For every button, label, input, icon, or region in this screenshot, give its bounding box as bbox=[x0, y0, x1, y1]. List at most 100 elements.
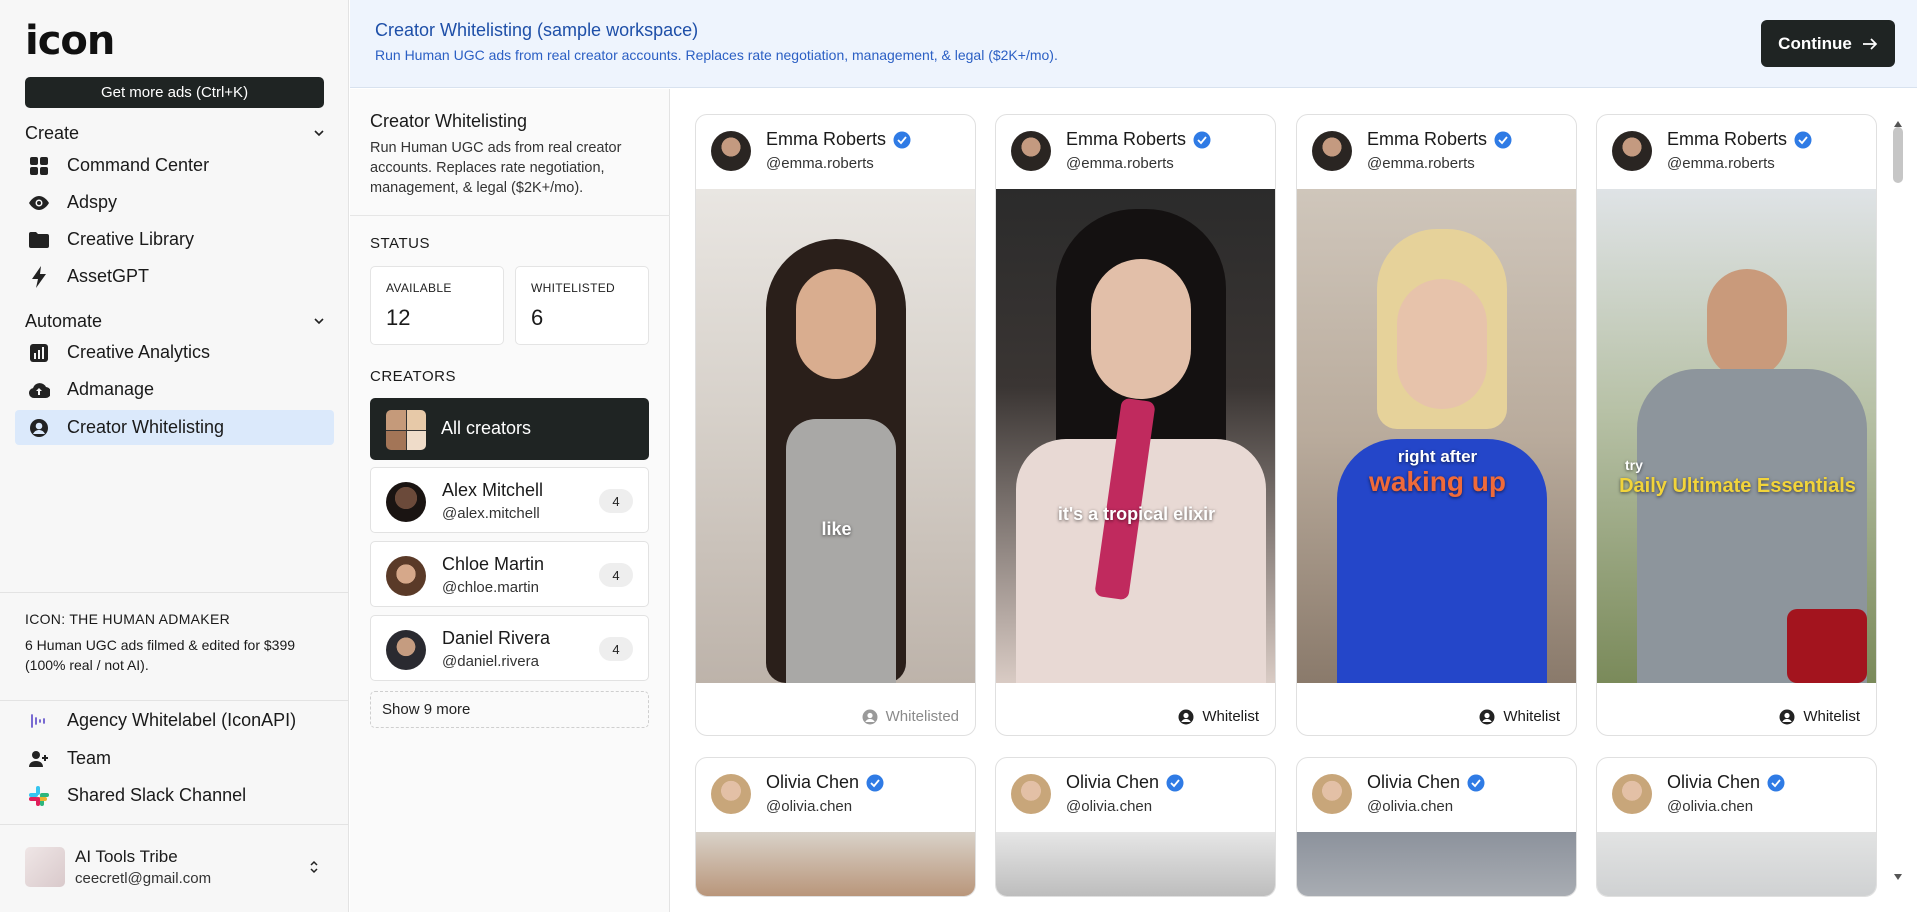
creator-name-row: Olivia Chen bbox=[766, 772, 884, 793]
creator-filter-alex-mitchell[interactable]: Alex Mitchell @alex.mitchell 4 bbox=[370, 467, 649, 533]
continue-label: Continue bbox=[1778, 33, 1852, 53]
grid-icon bbox=[28, 155, 50, 177]
sidebar-item-label: Team bbox=[67, 748, 112, 768]
ad-card[interactable]: Olivia Chen @olivia.chen bbox=[1596, 757, 1877, 897]
account-name: AI Tools Tribe bbox=[75, 847, 178, 866]
creators-label: CREATORS bbox=[370, 368, 456, 385]
ad-card[interactable]: Olivia Chen @olivia.chen bbox=[1296, 757, 1577, 897]
whitelist-button[interactable]: Whitelist bbox=[1178, 708, 1259, 725]
count-badge: 4 bbox=[599, 563, 633, 587]
sidebar-item-label: Creator Whitelisting bbox=[67, 417, 225, 437]
creator-name-row: Emma Roberts bbox=[766, 129, 911, 150]
stat-label: WHITELISTED bbox=[531, 281, 615, 295]
status-label: STATUS bbox=[370, 235, 430, 252]
app-root: icon Get more ads (Ctrl+K) Create Comman… bbox=[0, 0, 1917, 912]
creator-name: Daniel Rivera bbox=[442, 628, 551, 648]
ad-video-thumbnail[interactable]: try Daily Ultimate Essentials bbox=[1597, 189, 1876, 683]
sidebar-item-admanage[interactable]: Admanage bbox=[15, 372, 334, 407]
whitelist-label: Whitelist bbox=[1202, 708, 1259, 725]
status-whitelisted-filter[interactable]: WHITELISTED 6 bbox=[515, 266, 649, 345]
sidebar-item-creator-whitelisting[interactable]: Creator Whitelisting bbox=[15, 410, 334, 445]
show-more-creators-button[interactable]: Show 9 more bbox=[370, 691, 649, 728]
cloud-upload-icon bbox=[28, 379, 50, 401]
app-logo[interactable]: icon bbox=[25, 18, 115, 64]
ad-video-thumbnail[interactable] bbox=[696, 832, 975, 896]
creator-handle: @daniel.rivera bbox=[442, 653, 539, 670]
sidebar-item-creative-analytics[interactable]: Creative Analytics bbox=[15, 335, 334, 370]
account-switcher[interactable]: AI Tools Tribe ceecretl@gmail.com bbox=[0, 824, 349, 912]
whitelist-button[interactable]: Whitelist bbox=[1779, 708, 1860, 725]
ad-video-thumbnail[interactable]: it's a tropical elixir bbox=[996, 189, 1275, 683]
creator-ads-grid: Emma Roberts @emma.roberts like Whitelis… bbox=[671, 89, 1917, 912]
ad-video-thumbnail[interactable] bbox=[1297, 832, 1576, 896]
creator-name: Emma Roberts bbox=[1667, 129, 1788, 149]
user-circle-icon bbox=[1178, 709, 1194, 724]
continue-button[interactable]: Continue bbox=[1761, 20, 1895, 67]
user-plus-icon bbox=[28, 748, 50, 770]
account-avatar bbox=[25, 847, 65, 887]
ad-video-thumbnail[interactable] bbox=[996, 832, 1275, 896]
sidebar-item-adspy[interactable]: Adspy bbox=[15, 185, 334, 220]
ad-video-thumbnail[interactable]: like bbox=[696, 189, 975, 683]
creator-name: Olivia Chen bbox=[1367, 772, 1461, 792]
creator-handle: @emma.roberts bbox=[1367, 155, 1475, 172]
automate-section-toggle[interactable]: Automate bbox=[25, 309, 325, 333]
creator-handle: @emma.roberts bbox=[1066, 155, 1174, 172]
whitelist-label: Whitelist bbox=[1803, 708, 1860, 725]
all-creators-filter[interactable]: All creators bbox=[370, 398, 649, 460]
sidebar-item-label: Shared Slack Channel bbox=[67, 785, 247, 805]
divider bbox=[350, 215, 670, 216]
filter-panel: Creator Whitelisting Run Human UGC ads f… bbox=[350, 89, 670, 912]
ad-card[interactable]: Emma Roberts @emma.roberts try Daily Ult… bbox=[1596, 114, 1877, 736]
workspace-banner: Creator Whitelisting (sample workspace) … bbox=[350, 0, 1917, 88]
verified-badge-icon bbox=[1767, 774, 1785, 791]
bar-chart-icon bbox=[28, 342, 50, 364]
creators-collage-avatar bbox=[386, 410, 426, 450]
avatar bbox=[1612, 774, 1652, 814]
ad-card[interactable]: Emma Roberts @emma.roberts it's a tropic… bbox=[995, 114, 1276, 736]
create-section-toggle[interactable]: Create bbox=[25, 121, 325, 145]
whitelisted-status: Whitelisted bbox=[862, 708, 959, 725]
creator-name-row: Olivia Chen bbox=[1367, 772, 1485, 793]
creator-name: Alex Mitchell bbox=[442, 480, 544, 500]
ad-video-thumbnail[interactable] bbox=[1597, 832, 1876, 896]
creator-filter-chloe-martin[interactable]: Chloe Martin @chloe.martin 4 bbox=[370, 541, 649, 607]
ad-video-thumbnail[interactable]: right after waking up bbox=[1297, 189, 1576, 683]
sidebar-item-team[interactable]: Team bbox=[15, 741, 334, 776]
sidebar-item-assetgpt[interactable]: AssetGPT bbox=[15, 259, 334, 294]
ad-card[interactable]: Emma Roberts @emma.roberts right after w… bbox=[1296, 114, 1577, 736]
creator-name: Emma Roberts bbox=[1066, 129, 1187, 149]
user-circle-icon bbox=[862, 709, 878, 724]
whitelist-label: Whitelisted bbox=[885, 708, 959, 725]
sidebar-item-label: Adspy bbox=[67, 192, 118, 212]
creator-name-row: Olivia Chen bbox=[1066, 772, 1184, 793]
sidebar-item-agency-whitelabel[interactable]: Agency Whitelabel (IconAPI) bbox=[15, 703, 334, 738]
creator-name-row: Emma Roberts bbox=[1367, 129, 1512, 150]
status-available-filter[interactable]: AVAILABLE 12 bbox=[370, 266, 504, 345]
ad-caption: waking up bbox=[1369, 466, 1506, 497]
create-section-label: Create bbox=[25, 122, 80, 143]
sidebar-item-command-center[interactable]: Command Center bbox=[15, 148, 334, 183]
creator-name-row: Olivia Chen bbox=[1667, 772, 1785, 793]
folder-icon bbox=[28, 229, 50, 251]
scrollbar-thumb[interactable] bbox=[1893, 127, 1903, 183]
whitelist-button[interactable]: Whitelist bbox=[1479, 708, 1560, 725]
avatar bbox=[1312, 131, 1352, 171]
get-more-ads-button[interactable]: Get more ads (Ctrl+K) bbox=[25, 77, 324, 108]
sidebar-item-shared-slack[interactable]: Shared Slack Channel bbox=[15, 778, 334, 813]
verified-badge-icon bbox=[866, 774, 884, 791]
ad-card[interactable]: Olivia Chen @olivia.chen bbox=[995, 757, 1276, 897]
creator-name-row: Emma Roberts bbox=[1667, 129, 1812, 150]
ad-card[interactable]: Emma Roberts @emma.roberts like Whitelis… bbox=[695, 114, 976, 736]
creator-handle: @chloe.martin bbox=[442, 579, 539, 596]
promo-box[interactable]: ICON: THE HUMAN ADMAKER 6 Human UGC ads … bbox=[0, 592, 349, 693]
creator-filter-daniel-rivera[interactable]: Daniel Rivera @daniel.rivera 4 bbox=[370, 615, 649, 681]
ad-card[interactable]: Olivia Chen @olivia.chen bbox=[695, 757, 976, 897]
sidebar-item-creative-library[interactable]: Creative Library bbox=[15, 222, 334, 257]
creator-handle: @emma.roberts bbox=[766, 155, 874, 172]
avatar bbox=[1011, 131, 1051, 171]
slack-icon bbox=[28, 785, 50, 807]
ad-caption-top: right after bbox=[1397, 447, 1478, 466]
scroll-down-arrow-icon[interactable] bbox=[1893, 872, 1903, 882]
sidebar-item-label: Agency Whitelabel (IconAPI) bbox=[67, 710, 297, 730]
